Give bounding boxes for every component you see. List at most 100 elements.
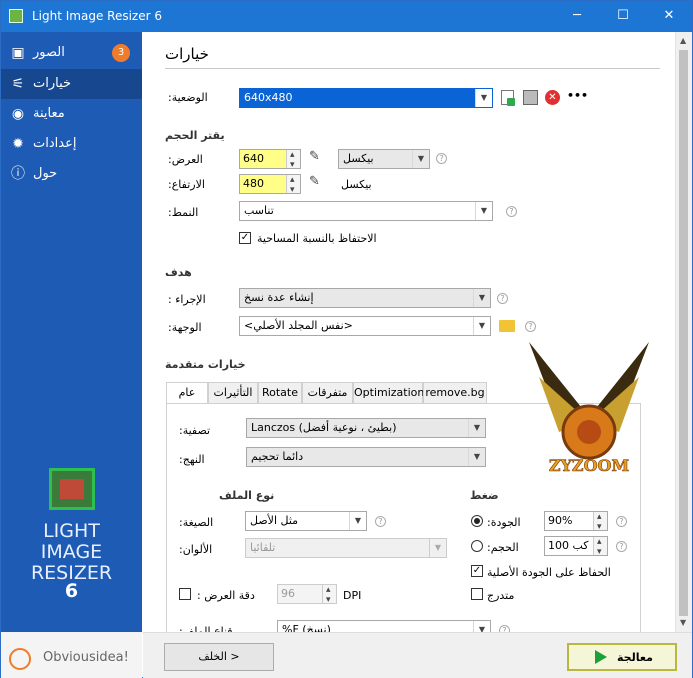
logo-line-1: LIGHT — [43, 520, 100, 542]
destination-label: :الوجهة — [168, 321, 202, 334]
magic-wand-icon[interactable]: ✎ — [309, 174, 320, 189]
approach-select[interactable]: دائما تحجيم ▼ — [246, 447, 486, 467]
maximize-button[interactable]: ☐ — [600, 1, 646, 32]
width-input[interactable]: 640 — [239, 146, 301, 174]
keep-ratio-checkbox[interactable]: ✓ — [239, 232, 251, 244]
approach-label: :النهج — [179, 453, 205, 466]
size-radio[interactable] — [471, 540, 483, 552]
chevron-down-icon: ▼ — [473, 317, 490, 335]
app-logo-icon — [49, 468, 95, 510]
tab-rotate[interactable]: Rotate — [258, 382, 302, 404]
action-select[interactable]: إنشاء عدة نسخ ▼ — [239, 288, 491, 308]
minimize-button[interactable]: ─ — [554, 1, 600, 32]
width-stepper[interactable] — [286, 146, 300, 174]
sidebar-item-label: حول — [33, 166, 58, 181]
size-stepper[interactable] — [593, 533, 607, 561]
height-stepper[interactable] — [286, 171, 300, 199]
sidebar: ▣ الصور 3 ⚟ خيارات ◉ معاينة ✹ إعدادات ⓘ … — [1, 32, 142, 678]
tab-effects[interactable]: التأثيرات — [208, 382, 258, 404]
logo-version: 6 — [64, 580, 79, 602]
filter-label: :تصفية — [179, 424, 211, 437]
scroll-up-icon[interactable]: ▲ — [680, 36, 686, 45]
help-icon[interactable]: ? — [616, 516, 627, 527]
help-icon[interactable]: ? — [375, 516, 386, 527]
sidebar-item-settings[interactable]: ✹ إعدادات — [1, 129, 142, 159]
scroll-down-icon[interactable]: ▼ — [680, 618, 686, 627]
app-icon — [9, 9, 23, 23]
close-button[interactable]: ✕ — [646, 1, 692, 32]
format-value: مثل الأصل — [250, 514, 299, 527]
info-icon: ⓘ — [11, 166, 25, 182]
sidebar-item-preview[interactable]: ◉ معاينة — [1, 99, 142, 129]
size-section-title: يقتر الحجم — [165, 129, 225, 142]
help-icon[interactable]: ? — [497, 293, 508, 304]
profile-label: :الوضعية — [168, 91, 208, 104]
keep-quality-checkbox[interactable]: ✓ — [471, 565, 483, 577]
help-icon[interactable]: ? — [506, 206, 517, 217]
format-label: :الصيغة — [179, 516, 214, 529]
quality-stepper[interactable] — [593, 508, 607, 536]
size-label: :الحجم — [487, 541, 519, 554]
width-value: 640 — [243, 152, 264, 165]
action-label: : الإجراء — [168, 293, 206, 306]
chevron-down-icon: ▼ — [475, 202, 492, 220]
chevron-down-icon: ▼ — [475, 89, 492, 107]
more-options-icon[interactable]: ••• — [567, 89, 588, 102]
sidebar-item-options[interactable]: ⚟ خيارات — [1, 69, 142, 99]
tab-removebg[interactable]: remove.bg — [423, 382, 487, 404]
width-label: :العرض — [168, 153, 203, 166]
sliders-icon: ⚟ — [11, 76, 25, 92]
process-button[interactable]: معالجة — [567, 643, 677, 671]
magic-wand-icon[interactable]: ✎ — [309, 149, 320, 164]
format-select[interactable]: مثل الأصل ▼ — [245, 511, 367, 531]
chevron-down-icon: ▼ — [349, 512, 366, 530]
back-button[interactable]: الخلف > — [164, 643, 274, 671]
save-profile-icon[interactable] — [523, 90, 538, 105]
progressive-checkbox[interactable] — [471, 588, 483, 600]
dpi-input[interactable]: 96 — [277, 581, 337, 609]
profile-select[interactable]: 640x480 ▼ — [239, 88, 493, 108]
width-unit-value: بيكسل — [343, 152, 374, 165]
sidebar-item-images[interactable]: ▣ الصور 3 — [1, 38, 142, 68]
help-icon[interactable]: ? — [616, 541, 627, 552]
colors-value: تلقائيا — [250, 541, 276, 554]
images-icon: ▣ — [11, 45, 25, 61]
mode-select[interactable]: تناسب ▼ — [239, 201, 493, 221]
brand-footer[interactable]: Obviousidea! — [1, 632, 142, 678]
height-value: 480 — [243, 177, 264, 190]
title-bar: Light Image Resizer 6 ─ ☐ ✕ — [1, 1, 692, 32]
zyzoom-watermark-logo: ZYZOOM — [529, 342, 649, 475]
help-icon[interactable]: ? — [436, 153, 447, 164]
dpi-stepper[interactable] — [322, 581, 336, 609]
compression-section-title: ضغط — [470, 489, 499, 502]
quality-radio[interactable] — [471, 515, 483, 527]
advanced-section-title: خيارات متقدمة — [165, 358, 246, 371]
add-profile-icon[interactable] — [501, 90, 515, 106]
bottom-bar: الخلف > معالجة — [143, 632, 692, 678]
dpi-value: 96 — [281, 587, 295, 600]
quality-input[interactable]: 90% — [544, 508, 608, 536]
folder-icon[interactable] — [499, 320, 515, 332]
chevron-down-icon: ▼ — [429, 539, 446, 557]
delete-profile-icon[interactable]: ✕ — [545, 90, 560, 105]
sidebar-item-label: الصور — [33, 45, 65, 60]
keep-quality-label: الحفاظ على الجودة الأصلية — [487, 566, 611, 579]
sidebar-item-label: خيارات — [33, 76, 72, 91]
scrollbar-thumb[interactable] — [679, 50, 688, 616]
tab-misc[interactable]: متفرقات — [302, 382, 353, 404]
vertical-scrollbar[interactable]: ▲ ▼ — [675, 32, 692, 632]
size-input[interactable]: 100 كب — [544, 533, 608, 561]
width-unit-select[interactable]: بيكسل ▼ — [338, 149, 430, 169]
tab-optimization[interactable]: Optimization — [353, 382, 424, 404]
filter-select[interactable]: Lanczos (بطيئ ، نوعية أفضل) ▼ — [246, 418, 486, 438]
images-count-badge: 3 — [112, 44, 130, 62]
help-icon[interactable]: ? — [525, 321, 536, 332]
colors-select[interactable]: تلقائيا ▼ — [245, 538, 447, 558]
height-input[interactable]: 480 — [239, 171, 301, 199]
destination-select[interactable]: <نفس المجلد الأصلي> ▼ — [239, 316, 491, 336]
sidebar-item-about[interactable]: ⓘ حول — [1, 159, 142, 189]
brand-name: Obviousidea! — [43, 650, 129, 665]
bulb-icon — [9, 648, 31, 670]
dpi-checkbox[interactable] — [179, 588, 191, 600]
height-unit: بيكسل — [341, 178, 372, 191]
